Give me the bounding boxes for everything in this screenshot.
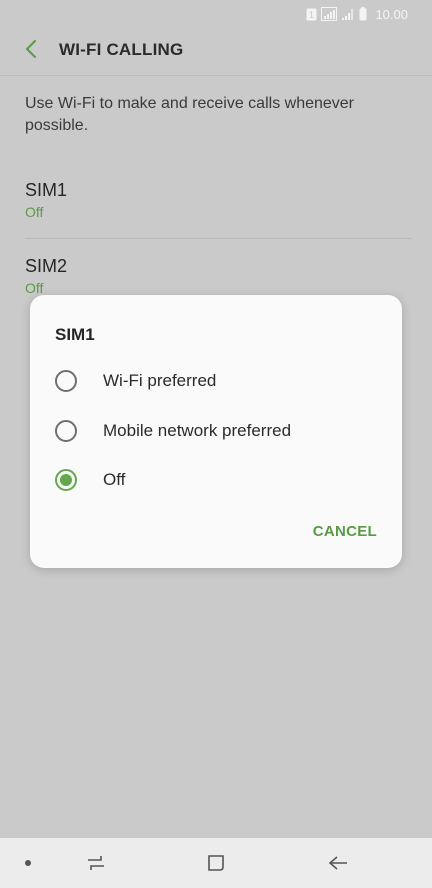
app-bar: WI-FI CALLING — [0, 28, 432, 74]
recent-apps-icon[interactable] — [83, 851, 109, 875]
option-off[interactable]: Off — [55, 465, 385, 495]
cancel-button[interactable]: CANCEL — [313, 523, 377, 540]
radio-button[interactable] — [55, 370, 77, 392]
setting-sim2[interactable]: SIM2 Off — [25, 256, 412, 296]
setting-value: Off — [25, 204, 44, 220]
status-bar: 1 10.00 — [0, 0, 432, 28]
option-label: Mobile network preferred — [103, 421, 292, 440]
header-divider — [0, 75, 432, 76]
chevron-left-icon — [25, 39, 37, 63]
setting-sim1[interactable]: SIM1 Off — [25, 180, 412, 220]
radio-button-selected[interactable] — [55, 469, 77, 491]
page-title: WI-FI CALLING — [59, 40, 184, 59]
dot-icon[interactable] — [15, 851, 41, 875]
signal-icon — [321, 7, 338, 21]
sim-1-icon: 1 — [306, 8, 317, 21]
home-icon[interactable] — [203, 851, 229, 875]
option-mobile-network-preferred[interactable]: Mobile network preferred — [55, 416, 385, 446]
status-time: 10.00 — [375, 6, 408, 22]
back-button[interactable] — [16, 36, 46, 66]
setting-title: SIM1 — [25, 180, 68, 200]
option-label: Off — [103, 470, 126, 489]
sim-option-dialog: SIM1 Wi-Fi preferred Mobile network pref… — [30, 295, 402, 568]
navigation-bar — [0, 838, 432, 888]
svg-text:1: 1 — [309, 11, 315, 21]
option-label: Wi-Fi preferred — [103, 371, 217, 390]
back-arrow-icon[interactable] — [325, 851, 351, 875]
setting-value: Off — [25, 280, 44, 296]
signal-weak-icon — [341, 7, 355, 21]
option-wifi-preferred[interactable]: Wi-Fi preferred — [55, 366, 385, 396]
setting-title: SIM2 — [25, 256, 68, 276]
item-divider — [25, 238, 412, 239]
battery-icon — [359, 7, 367, 21]
radio-button[interactable] — [55, 420, 77, 442]
dialog-title: SIM1 — [55, 325, 95, 344]
description-text: Use Wi-Fi to make and receive calls when… — [25, 95, 355, 134]
